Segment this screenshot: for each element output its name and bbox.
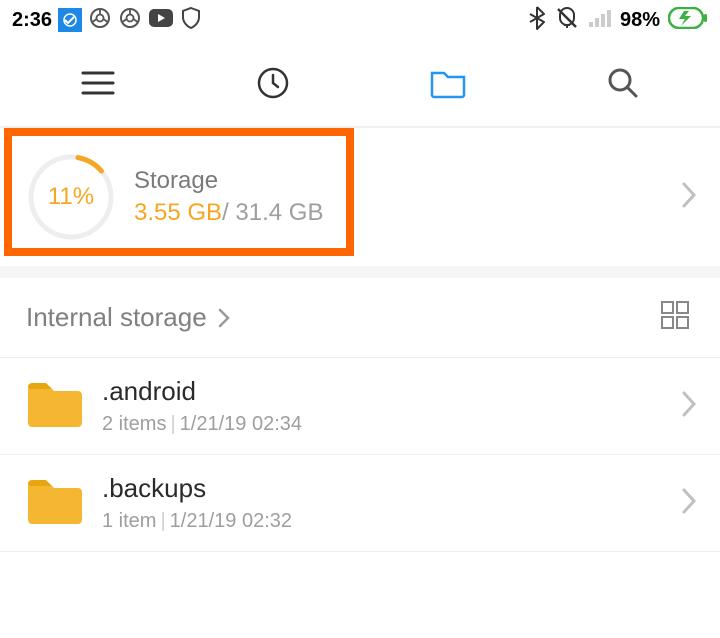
- breadcrumb-label: Internal storage: [26, 302, 207, 333]
- clock-icon: [256, 66, 290, 100]
- status-bar: 2:36 98%: [0, 0, 720, 40]
- chevron-right-icon: [217, 306, 231, 330]
- status-app-icon: [58, 8, 82, 32]
- folder-name: .backups: [102, 473, 680, 504]
- folder-name: .android: [102, 376, 680, 407]
- folder-meta: 2 items|1/21/19 02:34: [102, 413, 680, 436]
- storage-gauge: 11%: [26, 152, 116, 242]
- folder-row[interactable]: .backups 1 item|1/21/19 02:32: [0, 454, 720, 551]
- grid-icon: [660, 300, 690, 330]
- status-time: 2:36: [12, 9, 52, 32]
- chrome-icon-2: [118, 6, 142, 35]
- battery-percent: 98%: [620, 9, 660, 32]
- folder-icon: [430, 67, 466, 99]
- search-icon: [606, 66, 640, 100]
- menu-button[interactable]: [33, 48, 163, 118]
- folder-icon: [26, 478, 82, 528]
- recent-tab[interactable]: [208, 48, 338, 118]
- storage-percent: 11%: [48, 183, 94, 211]
- mute-icon: [554, 5, 580, 36]
- battery-charging-icon: [668, 7, 708, 34]
- storage-used: 3.55 GB: [134, 199, 222, 226]
- storage-title: Storage: [134, 167, 680, 195]
- folder-icon: [26, 381, 82, 431]
- folder-meta: 1 item|1/21/19 02:32: [102, 510, 680, 533]
- chrome-icon: [88, 6, 112, 35]
- bluetooth-icon: [528, 5, 546, 36]
- hamburger-icon: [81, 70, 115, 96]
- grid-view-button[interactable]: [660, 300, 690, 335]
- files-tab[interactable]: [383, 48, 513, 118]
- folder-row[interactable]: .android 2 items|1/21/19 02:34: [0, 357, 720, 454]
- shield-icon: [180, 6, 202, 35]
- top-nav: [0, 40, 720, 126]
- youtube-icon: [148, 8, 174, 33]
- chevron-right-icon: [680, 486, 698, 521]
- storage-card[interactable]: 11% Storage 3.55 GB/ 31.4 GB: [0, 128, 720, 266]
- search-button[interactable]: [558, 48, 688, 118]
- chevron-right-icon: [680, 389, 698, 424]
- storage-total: / 31.4 GB: [222, 199, 323, 226]
- signal-icon: [588, 8, 612, 33]
- breadcrumb[interactable]: Internal storage: [26, 302, 231, 333]
- breadcrumb-row: Internal storage: [0, 278, 720, 357]
- chevron-right-icon: [680, 180, 698, 215]
